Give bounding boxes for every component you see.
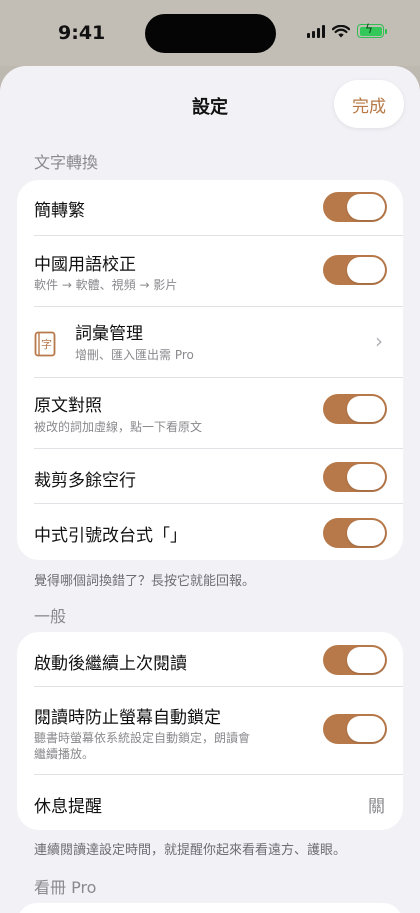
battery-icon: ϟ: [357, 22, 387, 38]
conversion-group: 簡轉繁 中國用語校正 軟件 → 軟體、視頻 → 影片 字 詞彙管理 增刪、匯入匯…: [17, 180, 403, 560]
row-prevent-auto-lock[interactable]: 閱讀時防止螢幕自動鎖定 聽書時螢幕依系統設定自動鎖定，朗讀會 繼續播放。: [17, 687, 403, 774]
toggle-quote-style[interactable]: [323, 518, 387, 548]
row-subtitle: 軟件 → 軟體、視頻 → 影片: [34, 278, 178, 292]
wifi-icon: [332, 24, 350, 37]
row-title: 中式引號改台式「」: [34, 526, 187, 546]
status-icons: ϟ: [307, 22, 387, 38]
cellular-signal-icon: [307, 24, 325, 38]
settings-sheet: 設定 完成 文字轉換 簡轉繁 中國用語校正 軟件 → 軟體、視頻 → 影片 字 …: [0, 66, 420, 913]
row-title: 中國用語校正: [34, 255, 136, 275]
row-quote-style[interactable]: 中式引號改台式「」: [17, 504, 403, 560]
row-rest-reminder[interactable]: 休息提醒 關: [17, 775, 403, 830]
book-icon: 字: [34, 331, 56, 357]
row-subtitle: 增刪、匯入匯出需 Pro: [75, 348, 194, 362]
section-header-general: 一般: [34, 607, 67, 626]
section-header-pro: 看冊 Pro: [34, 878, 97, 897]
row-title: 休息提醒: [34, 797, 102, 817]
row-title: 閱讀時防止螢幕自動鎖定: [34, 708, 221, 728]
pro-group: [17, 903, 403, 913]
toggle-trim-blank-lines[interactable]: [323, 462, 387, 492]
general-footer-note: 連續閱讀達設定時間，就提醒你起來看看遠方、護眼。: [34, 843, 347, 858]
general-group: 啟動後繼續上次閱讀 閱讀時防止螢幕自動鎖定 聽書時螢幕依系統設定自動鎖定，朗讀會…: [17, 632, 403, 830]
svg-text:字: 字: [41, 337, 52, 351]
toggle-prevent-auto-lock[interactable]: [323, 714, 387, 744]
row-title: 裁剪多餘空行: [34, 471, 136, 491]
conversion-footer-note: 覺得哪個詞換錯了？長按它就能回報。: [34, 574, 256, 589]
toggle-china-term-correction[interactable]: [323, 255, 387, 285]
row-title: 詞彙管理: [75, 324, 143, 344]
chevron-right-icon: ›: [375, 329, 383, 353]
row-subtitle: 被改的詞加虛線，點一下看原文: [34, 420, 203, 434]
row-title: 原文對照: [34, 396, 102, 416]
row-subtitle: 繼續播放。: [34, 747, 95, 761]
row-trim-blank-lines[interactable]: 裁剪多餘空行: [17, 449, 403, 504]
row-resume-reading[interactable]: 啟動後繼續上次閱讀: [17, 632, 403, 686]
status-time: 9:41: [58, 22, 106, 44]
row-subtitle: 聽書時螢幕依系統設定自動鎖定，朗讀會: [34, 731, 251, 745]
section-header-conversion: 文字轉換: [34, 153, 99, 172]
row-china-term-correction[interactable]: 中國用語校正 軟件 → 軟體、視頻 → 影片: [17, 236, 403, 306]
row-original-text-compare[interactable]: 原文對照 被改的詞加虛線，點一下看原文: [17, 378, 403, 448]
row-title: 簡轉繁: [34, 201, 85, 221]
status-bar: 9:41 ϟ: [0, 0, 420, 66]
toggle-original-text-compare[interactable]: [323, 394, 387, 424]
toggle-resume-reading[interactable]: [323, 645, 387, 675]
row-vocabulary-management[interactable]: 字 詞彙管理 增刪、匯入匯出需 Pro ›: [17, 307, 403, 377]
rest-reminder-value: 關: [368, 797, 385, 817]
row-simplified-to-traditional[interactable]: 簡轉繁: [17, 180, 403, 235]
charging-bolt-icon: ϟ: [365, 22, 373, 36]
dynamic-island: [145, 14, 276, 53]
done-button[interactable]: 完成: [334, 80, 404, 128]
toggle-simplified-to-traditional[interactable]: [323, 192, 387, 222]
row-title: 啟動後繼續上次閱讀: [34, 654, 187, 674]
